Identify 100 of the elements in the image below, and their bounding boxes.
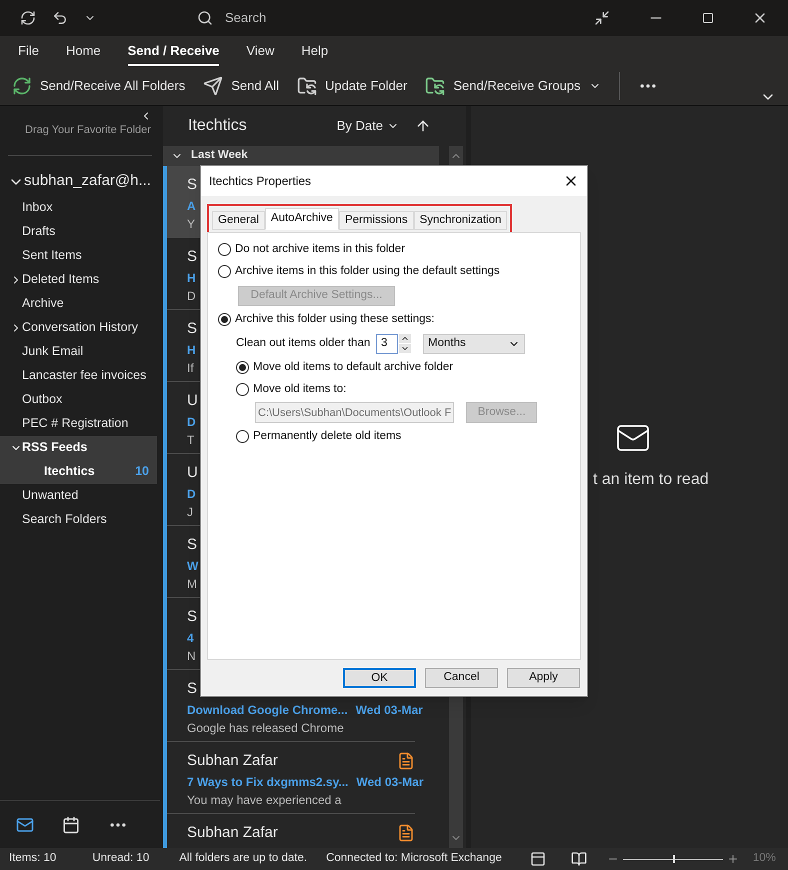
group-header[interactable]: Last Week (163, 146, 439, 166)
message-item[interactable]: Subhan Zafar 7 Ways to Fix dxgmms2.sy... Wed 03-Mar You may have experienced a (163, 742, 439, 814)
spin-up-icon[interactable] (399, 334, 411, 344)
folder-item[interactable]: PEC # Registration (0, 412, 157, 436)
folder-label: RSS Feeds (22, 439, 88, 456)
dialog-tab[interactable]: General (212, 211, 265, 230)
ribbon-tab[interactable]: Help (301, 36, 328, 66)
toolbar-button[interactable]: Send All (203, 76, 279, 96)
message-preview: M (187, 576, 197, 592)
folder-item[interactable]: Deleted Items (0, 268, 157, 292)
unread-count: 10 (135, 463, 149, 480)
dialog-title: Itechtics Properties (209, 173, 312, 190)
sender-name: S (187, 319, 198, 339)
sender-name: U (187, 391, 198, 411)
folder-item[interactable]: Junk Email (0, 340, 157, 364)
items-count: Items: 10 (9, 851, 56, 866)
message-subject: H (187, 342, 196, 358)
ribbon-display-icon[interactable] (594, 10, 610, 26)
undo-icon[interactable] (52, 10, 68, 26)
unit-dropdown[interactable]: Months (423, 334, 525, 354)
folder-label: Archive (22, 295, 65, 312)
message-subject: 7 Ways to Fix dxgmms2.sy... (187, 774, 348, 790)
radio-option[interactable]: Archive this folder using these settings: (218, 310, 570, 328)
folder-item[interactable]: Lancaster fee invoices (0, 364, 157, 388)
favorites-hint: Drag Your Favorite Folder (24, 123, 152, 138)
folder-label: Sent Items (22, 247, 83, 264)
message-subject: W (187, 558, 198, 574)
dialog-tab[interactable]: AutoArchive (264, 208, 339, 230)
send-icon (203, 76, 224, 96)
sync-icon[interactable] (20, 10, 36, 26)
spin-down-icon[interactable] (399, 344, 411, 354)
dialog-tab[interactable]: Synchronization (414, 211, 508, 230)
sender-name: S (187, 679, 198, 699)
radio-button[interactable] (218, 265, 231, 278)
message-subject: D (187, 486, 196, 502)
message-preview: N (187, 648, 196, 664)
mail-icon[interactable] (16, 816, 34, 834)
calendar-icon[interactable] (62, 816, 80, 834)
folder-label: Deleted Items (22, 271, 100, 288)
folder-label: Itechtics (44, 463, 96, 480)
folder-label: Outbox (22, 391, 64, 408)
zoom-in-icon[interactable] (726, 853, 739, 865)
sort-button[interactable]: By Date (336, 116, 399, 136)
radio-button[interactable] (218, 243, 231, 256)
message-preview: Y (187, 216, 196, 232)
folder-item[interactable]: RSS Feeds (0, 436, 157, 460)
folder-label: Lancaster fee invoices (22, 367, 148, 384)
folder-item[interactable]: Inbox (0, 196, 157, 220)
folder-item[interactable]: Sent Items (0, 244, 157, 268)
dialog-button[interactable]: OK (343, 668, 416, 688)
folder-sync-icon (425, 76, 446, 96)
reading-pane-message: t an item to read (593, 470, 710, 490)
radio-button[interactable] (236, 360, 249, 374)
radio-button[interactable] (236, 430, 249, 444)
radio-option[interactable]: Permanently delete old items (236, 428, 570, 446)
folder-item[interactable]: Drafts (0, 220, 157, 244)
sync-icon (12, 76, 32, 96)
dialog-tab[interactable]: Permissions (338, 211, 414, 230)
dialog-button[interactable]: Apply (507, 668, 580, 688)
dialog-button[interactable]: Cancel (425, 668, 498, 688)
toolbar-button[interactable]: Send/Receive Groups (425, 76, 601, 96)
folder-label: Inbox (22, 199, 54, 216)
connection-status: Connected to: Microsoft Exchange (326, 851, 502, 866)
maximize-icon[interactable] (702, 12, 714, 24)
ribbon-tab[interactable]: View (246, 36, 274, 66)
toolbar-button[interactable]: Update Folder (296, 76, 408, 96)
radio-option[interactable]: Move old items to default archive folder (236, 358, 570, 376)
sync-status: All folders are up to date. (179, 851, 308, 866)
radio-option[interactable]: Archive items in this folder using the default settings (218, 263, 570, 280)
radio-option[interactable]: Do not archive items in this folder (218, 241, 570, 258)
sender-name: S (187, 535, 198, 555)
message-date: Wed 03-Mar (356, 702, 423, 718)
normal-view-icon[interactable] (530, 851, 546, 867)
ribbon-tab[interactable]: File (18, 36, 39, 66)
folder-item[interactable]: Archive (0, 292, 157, 316)
folder-label: PEC # Registration (22, 415, 130, 432)
message-preview: T (187, 432, 194, 448)
message-subject: D (187, 414, 196, 430)
search-icon (197, 10, 213, 26)
zoom-slider-thumb[interactable] (672, 855, 675, 863)
folder-item[interactable]: Itechtics 10 (0, 460, 157, 484)
folder-item[interactable]: Outbox (0, 388, 157, 412)
folder-item[interactable]: Conversation History (0, 316, 157, 340)
ribbon-tab[interactable]: Home (66, 36, 101, 66)
folder-item[interactable]: Search Folders (0, 508, 157, 532)
folder-item[interactable]: Unwanted (0, 484, 157, 508)
sender-name: Subhan Zafar (187, 751, 278, 771)
folder-label: Search Folders (22, 511, 108, 528)
folder-label: Drafts (22, 223, 56, 240)
folder-label: Junk Email (22, 343, 84, 360)
account-item[interactable]: subhan_zafar@h... (0, 168, 160, 196)
search-field[interactable]: Search (225, 8, 385, 28)
toolbar-button[interactable]: Send/Receive All Folders (12, 76, 186, 96)
reading-view-icon[interactable] (570, 851, 587, 867)
sender-name: U (187, 463, 198, 483)
zoom-slider[interactable] (622, 853, 723, 865)
folder-label: Conversation History (22, 319, 140, 336)
sender-name: Subhan Zafar (187, 823, 278, 843)
radio-button[interactable] (218, 312, 231, 326)
folder-sync-icon (296, 76, 317, 96)
